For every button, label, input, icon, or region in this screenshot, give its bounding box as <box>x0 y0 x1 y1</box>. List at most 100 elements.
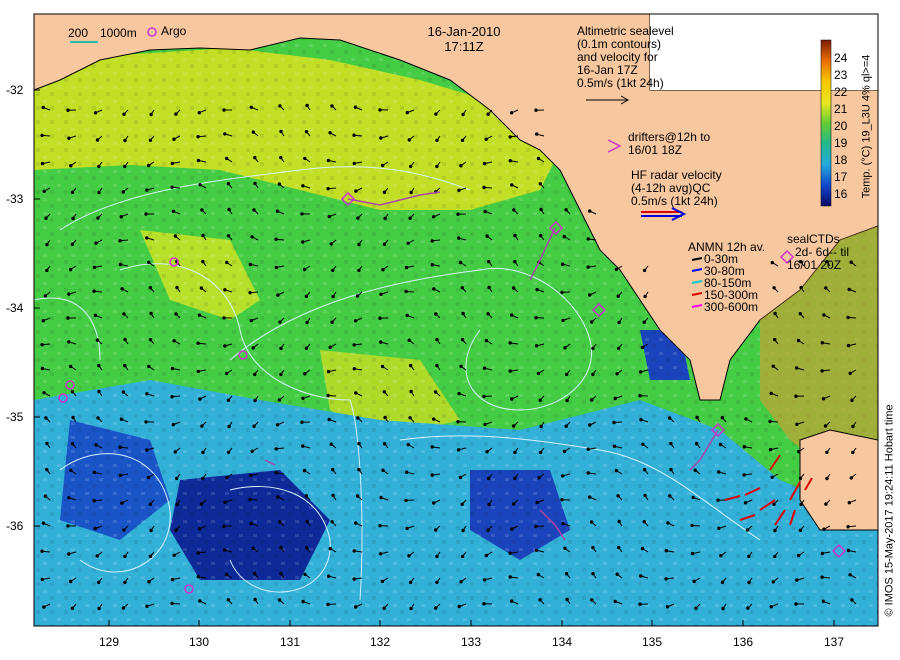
velocity-arrow-head <box>486 112 490 116</box>
velocity-arrow-head <box>378 552 383 556</box>
velocity-arrow-head <box>770 475 774 479</box>
velocity-arrow-head <box>591 571 595 576</box>
velocity-arrow-head <box>433 390 438 394</box>
velocity-arrow-head <box>409 190 413 195</box>
velocity-arrow-head <box>123 580 127 585</box>
velocity-arrow-head <box>378 108 382 112</box>
velocity-arrow-head <box>279 346 283 351</box>
velocity-arrow-head <box>172 339 176 343</box>
velocity-arrow-head <box>300 212 304 216</box>
velocity-arrow-head <box>252 208 256 212</box>
velocity-arrow-head <box>534 548 539 552</box>
velocity-arrow-head <box>145 448 149 452</box>
velocity-arrow-head <box>171 209 176 214</box>
velocity-arrow-head <box>510 397 514 401</box>
velocity-arrow-head <box>564 372 569 377</box>
velocity-arrow-head <box>591 372 595 377</box>
velocity-arrow-head <box>508 575 512 579</box>
colorbar-tick: 19 <box>834 136 848 150</box>
velocity-arrow-head <box>560 262 565 266</box>
velocity-arrow-head <box>560 474 565 478</box>
velocity-arrow-head <box>773 528 777 533</box>
velocity-arrow-head <box>560 498 564 502</box>
velocity-arrow-head <box>302 267 307 272</box>
lon-tick: 135 <box>642 635 663 649</box>
anmn-legend-item: 300-600m <box>704 300 759 314</box>
velocity-arrow-head <box>354 189 358 193</box>
velocity-arrow-head <box>666 521 670 525</box>
velocity-arrow-head <box>617 320 621 325</box>
velocity-arrow-head <box>45 268 49 273</box>
velocity-arrow-head <box>380 163 385 168</box>
velocity-arrow-head <box>404 265 409 270</box>
velocity-arrow-head <box>253 181 257 186</box>
velocity-arrow-head <box>148 286 153 290</box>
velocity-arrow-head <box>278 320 282 324</box>
velocity-arrow-head <box>612 444 617 448</box>
velocity-arrow-head <box>67 136 71 140</box>
velocity-arrow-head <box>512 208 516 212</box>
velocity-arrow-head <box>69 364 73 369</box>
velocity-arrow-head <box>279 129 283 134</box>
velocity-arrow-head <box>175 476 179 481</box>
velocity-arrow-head <box>642 468 647 472</box>
velocity-arrow-head <box>144 212 148 216</box>
velocity-arrow-head <box>434 606 438 610</box>
velocity-arrow-head <box>820 551 825 556</box>
map-time: 17:11Z <box>444 39 484 54</box>
velocity-arrow-head <box>277 598 282 602</box>
velocity-arrow-head <box>457 604 461 609</box>
velocity-arrow-head <box>223 132 227 136</box>
velocity-arrow-head <box>170 395 174 399</box>
velocity-arrow-head <box>304 494 308 498</box>
velocity-arrow-head <box>716 498 720 502</box>
velocity-arrow-head <box>664 549 668 553</box>
velocity-arrow-head <box>430 239 434 243</box>
velocity-arrow-head <box>305 103 309 108</box>
velocity-arrow-head <box>460 554 465 559</box>
velocity-arrow-head <box>123 138 127 143</box>
velocity-arrow-head <box>434 528 438 532</box>
velocity-arrow-head <box>357 441 361 446</box>
velocity-arrow-head <box>614 468 618 473</box>
velocity-arrow-head <box>432 287 436 291</box>
velocity-arrow-head <box>225 476 229 480</box>
velocity-arrow-head <box>588 209 592 213</box>
velocity-arrow-head <box>511 286 516 290</box>
velocity-arrow-head <box>796 338 801 343</box>
velocity-arrow-head <box>170 366 175 371</box>
velocity-arrow-head <box>850 398 854 402</box>
velocity-arrow-head <box>482 394 486 399</box>
velocity-arrow-head <box>382 606 386 610</box>
velocity-arrow-head <box>303 372 307 376</box>
velocity-arrow-head <box>512 502 516 506</box>
velocity-arrow-head <box>327 214 331 219</box>
velocity-arrow-head <box>276 293 280 297</box>
velocity-arrow-head <box>588 293 592 297</box>
velocity-arrow-head <box>534 108 538 112</box>
velocity-arrow-head <box>301 240 305 244</box>
velocity-arrow-head <box>639 574 643 578</box>
velocity-arrow-head <box>768 447 773 452</box>
velocity-arrow-head <box>383 415 387 420</box>
velocity-arrow-head <box>301 396 305 400</box>
velocity-arrow-head <box>484 553 489 558</box>
velocity-arrow-head <box>197 527 202 531</box>
velocity-arrow-head <box>509 599 514 603</box>
velocity-arrow-head <box>771 580 775 584</box>
velocity-arrow-head <box>643 493 647 498</box>
velocity-arrow-head <box>615 572 619 576</box>
velocity-arrow-head <box>719 554 723 558</box>
velocity-arrow-head <box>380 579 385 584</box>
velocity-arrow-head <box>226 182 231 186</box>
velocity-arrow-head <box>846 548 851 553</box>
velocity-arrow-head <box>591 545 595 550</box>
velocity-arrow-head <box>564 424 568 428</box>
velocity-arrow-head <box>196 158 201 163</box>
velocity-arrow-head <box>409 164 413 169</box>
lon-tick: 133 <box>461 635 482 649</box>
velocity-arrow-head <box>383 216 387 221</box>
velocity-arrow-head <box>326 393 330 398</box>
velocity-arrow-head <box>326 158 331 163</box>
velocity-arrow-head <box>430 473 434 477</box>
